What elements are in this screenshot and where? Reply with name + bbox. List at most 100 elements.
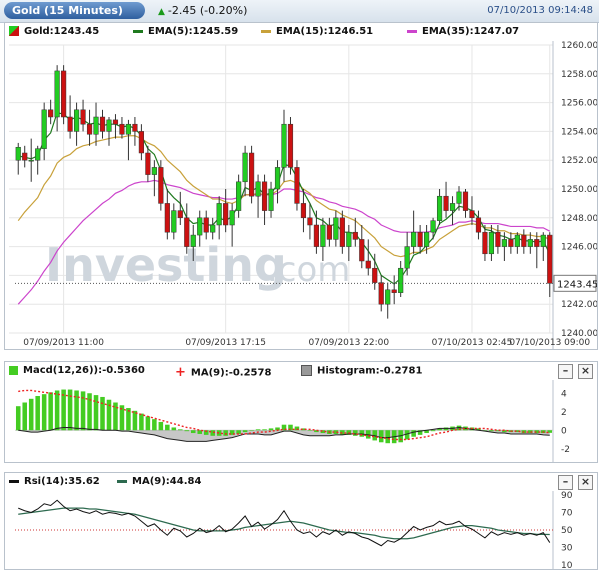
- legend-ema35-label: EMA(35):1247.07: [422, 26, 520, 37]
- legend-ema15-label: EMA(15):1246.51: [276, 26, 374, 37]
- y-tick-label: 30: [561, 544, 573, 554]
- candle-body: [145, 152, 151, 175]
- histogram-bar: [489, 430, 494, 432]
- last-update-timestamp: 07/10/2013 09:14:48: [487, 5, 593, 16]
- candle-body: [223, 203, 229, 226]
- candle-body: [73, 109, 80, 132]
- y-tick-label: 1250.00: [561, 185, 597, 195]
- candle-body: [469, 210, 475, 219]
- legend-rsi-ma-label: MA(9):44.84: [132, 476, 202, 487]
- macd-close-button[interactable]: ×: [578, 364, 593, 379]
- histogram-bar: [255, 429, 261, 431]
- histogram-bar: [100, 396, 105, 431]
- histogram-bar: [93, 395, 99, 431]
- macd-chart[interactable]: 4 2 0 -2: [5, 380, 597, 462]
- candle-body: [320, 224, 326, 247]
- candle-body: [177, 210, 183, 219]
- rsi-legend: Rsi(14):35.62 MA(9):44.84: [5, 473, 597, 491]
- candle-body: [488, 231, 495, 255]
- candle-body: [61, 70, 67, 118]
- y-tick-label: 50: [561, 526, 573, 536]
- macd-settings-button[interactable]: –: [558, 364, 573, 379]
- rsi-close-button[interactable]: ×: [578, 475, 593, 490]
- candle-body: [385, 289, 391, 305]
- candle-body: [171, 210, 177, 233]
- ema35-swatch-icon: [407, 29, 417, 33]
- candle-body: [411, 231, 417, 247]
- legend-ema5-label: EMA(5):1245.59: [148, 26, 239, 37]
- candle-body: [99, 116, 106, 132]
- y-tick-label: 1246.00: [561, 243, 597, 253]
- y-tick-label: 1258.00: [561, 70, 597, 80]
- histogram-bar: [184, 430, 190, 432]
- candle-body: [216, 203, 222, 226]
- minus-icon: –: [562, 364, 569, 377]
- histogram-bar: [15, 406, 21, 431]
- rsi-settings-button[interactable]: –: [558, 475, 573, 490]
- candle-body: [378, 282, 384, 305]
- y-tick-label: 70: [561, 509, 573, 519]
- candle-body: [339, 217, 345, 247]
- candle-body: [190, 234, 196, 247]
- candle-body: [274, 167, 281, 190]
- histogram-bar: [411, 430, 416, 437]
- price-change-value: -2.45 (-0.20%): [167, 4, 248, 17]
- legend-ema5: EMA(5):1245.59: [133, 26, 238, 37]
- price-change: ▲ -2.45 (-0.20%): [158, 4, 247, 17]
- candle-body: [22, 152, 28, 161]
- legend-price-label: Gold:1243.45: [24, 26, 100, 37]
- histogram-bar: [242, 430, 248, 433]
- y-tick-label: 0: [561, 426, 567, 436]
- candle-body: [48, 109, 54, 118]
- candle-body: [138, 131, 144, 154]
- histogram-bar: [41, 394, 47, 431]
- x-tick-label: 07/10/2013 09:00: [509, 338, 590, 348]
- candle-body: [365, 260, 371, 269]
- candle-body: [15, 146, 21, 161]
- y-tick-label: 4: [561, 389, 567, 399]
- rsi-panel: Rsi(14):35.62 MA(9):44.84 – × 90 70 50 30 10: [4, 472, 598, 570]
- candle-body: [210, 224, 216, 233]
- y-tick-label: 1260.00: [561, 41, 597, 51]
- x-tick-label: 07/09/2013 17:15: [185, 338, 266, 348]
- histogram-bar: [223, 430, 228, 436]
- candle-body: [424, 231, 430, 247]
- legend-macd-ma-label: MA(9):-0.2578: [190, 367, 272, 379]
- candle-body: [398, 267, 404, 293]
- candle-body: [86, 123, 93, 135]
- candle-body: [164, 203, 170, 233]
- histogram-bar: [139, 413, 144, 431]
- last-price-label: 1243.45: [557, 279, 597, 290]
- price-chart[interactable]: Investing.com 1243.45 1260.00 1258.00 1256.0…: [5, 41, 597, 349]
- rsi-line: [18, 499, 551, 547]
- candle-body: [132, 123, 138, 132]
- chart-header: Gold (15 Minutes) ▲ -2.45 (-0.20%) 07/10/…: [0, 0, 599, 23]
- candle-body: [352, 231, 358, 240]
- candle-body: [28, 159, 34, 162]
- legend-histogram-label: Histogram:-0.2781: [317, 365, 423, 377]
- watermark-suffix: .com: [267, 250, 350, 290]
- rsi-swatch-icon: [9, 479, 19, 483]
- y-tick-label: 90: [561, 491, 573, 501]
- rsi-chart[interactable]: 90 70 50 30 10: [5, 491, 597, 569]
- histogram-bar: [262, 429, 267, 431]
- candle-body: [514, 234, 520, 247]
- histogram-bar: [171, 427, 177, 431]
- macd-panel: Macd(12,26)):-0.5360 + MA(9):-0.2578 Hist…: [4, 361, 598, 463]
- candle-body: [475, 217, 482, 233]
- legend-macd-label: Macd(12,26)):-0.5360: [23, 365, 145, 376]
- histogram-bar: [249, 430, 254, 431]
- candle-body: [112, 119, 119, 125]
- legend-rsi-ma: MA(9):44.84: [117, 476, 201, 487]
- histogram-bar: [106, 399, 112, 431]
- candle-body: [151, 167, 157, 175]
- legend-price: Gold:1243.45: [9, 26, 99, 37]
- histogram-bar: [152, 419, 157, 431]
- histogram-bar: [307, 430, 313, 431]
- histogram-bar: [35, 396, 40, 431]
- instrument-title[interactable]: Gold (15 Minutes): [4, 2, 145, 19]
- watermark-text: Investing: [45, 238, 287, 292]
- candle-body: [255, 181, 261, 197]
- y-tick-label: 1254.00: [561, 127, 597, 137]
- candle-body: [508, 239, 514, 247]
